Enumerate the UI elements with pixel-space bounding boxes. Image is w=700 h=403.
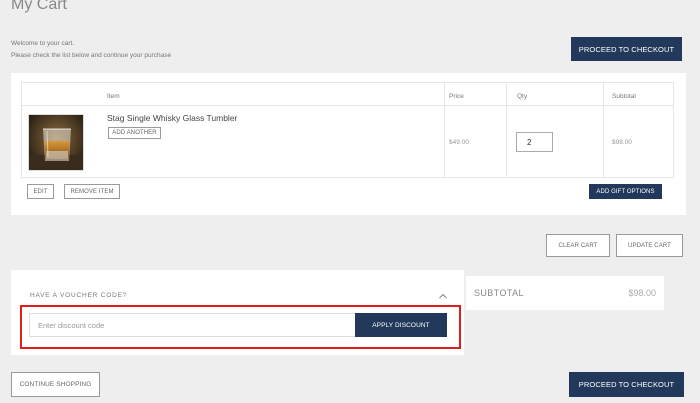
column-divider xyxy=(506,83,507,177)
add-gift-options-button[interactable]: ADD GIFT OPTIONS xyxy=(589,184,662,199)
chevron-up-icon[interactable] xyxy=(438,288,448,299)
remove-item-button[interactable]: REMOVE ITEM xyxy=(64,184,120,199)
welcome-text: Welcome to your cart. Please check the l… xyxy=(11,38,171,61)
header-price: Price xyxy=(449,93,464,100)
add-another-button[interactable]: ADD ANOTHER xyxy=(108,127,161,139)
welcome-line-1: Welcome to your cart. xyxy=(11,40,75,47)
edit-button[interactable]: EDIT xyxy=(27,184,54,199)
whisky-glass-icon xyxy=(29,115,83,170)
apply-discount-button[interactable]: APPLY DISCOUNT xyxy=(355,313,447,337)
column-divider xyxy=(603,83,604,177)
page-title: My Cart xyxy=(11,0,67,13)
clear-cart-button[interactable]: CLEAR CART xyxy=(546,234,610,257)
cart-table: Item Price Qty Subtotal Stag Single Whis… xyxy=(21,82,674,178)
subtotal-panel: SUBTOTAL $98.00 xyxy=(466,276,664,310)
header-item: Item xyxy=(107,93,120,100)
update-cart-button[interactable]: UPDATE CART xyxy=(616,234,683,257)
proceed-to-checkout-top-button[interactable]: PROCEED TO CHECKOUT xyxy=(571,37,682,61)
continue-shopping-button[interactable]: CONTINUE SHOPPING xyxy=(11,372,100,397)
discount-code-input[interactable] xyxy=(29,313,356,337)
item-subtotal: $98.00 xyxy=(612,139,632,146)
header-divider xyxy=(22,105,673,106)
subtotal-value: $98.00 xyxy=(628,288,656,298)
product-image[interactable] xyxy=(28,114,84,171)
product-name[interactable]: Stag Single Whisky Glass Tumbler xyxy=(107,113,237,123)
quantity-input[interactable] xyxy=(516,132,553,152)
proceed-to-checkout-bottom-button[interactable]: PROCEED TO CHECKOUT xyxy=(569,372,684,397)
subtotal-label: SUBTOTAL xyxy=(474,288,524,298)
cart-panel: Item Price Qty Subtotal Stag Single Whis… xyxy=(11,73,686,215)
column-divider xyxy=(444,83,445,177)
header-qty: Qty xyxy=(517,93,528,100)
item-price: $49.00 xyxy=(449,139,469,146)
header-subtotal: Subtotal xyxy=(612,93,636,100)
voucher-heading[interactable]: HAVE A VOUCHER CODE? xyxy=(30,292,127,299)
welcome-line-2: Please check the list below and continue… xyxy=(11,51,172,59)
